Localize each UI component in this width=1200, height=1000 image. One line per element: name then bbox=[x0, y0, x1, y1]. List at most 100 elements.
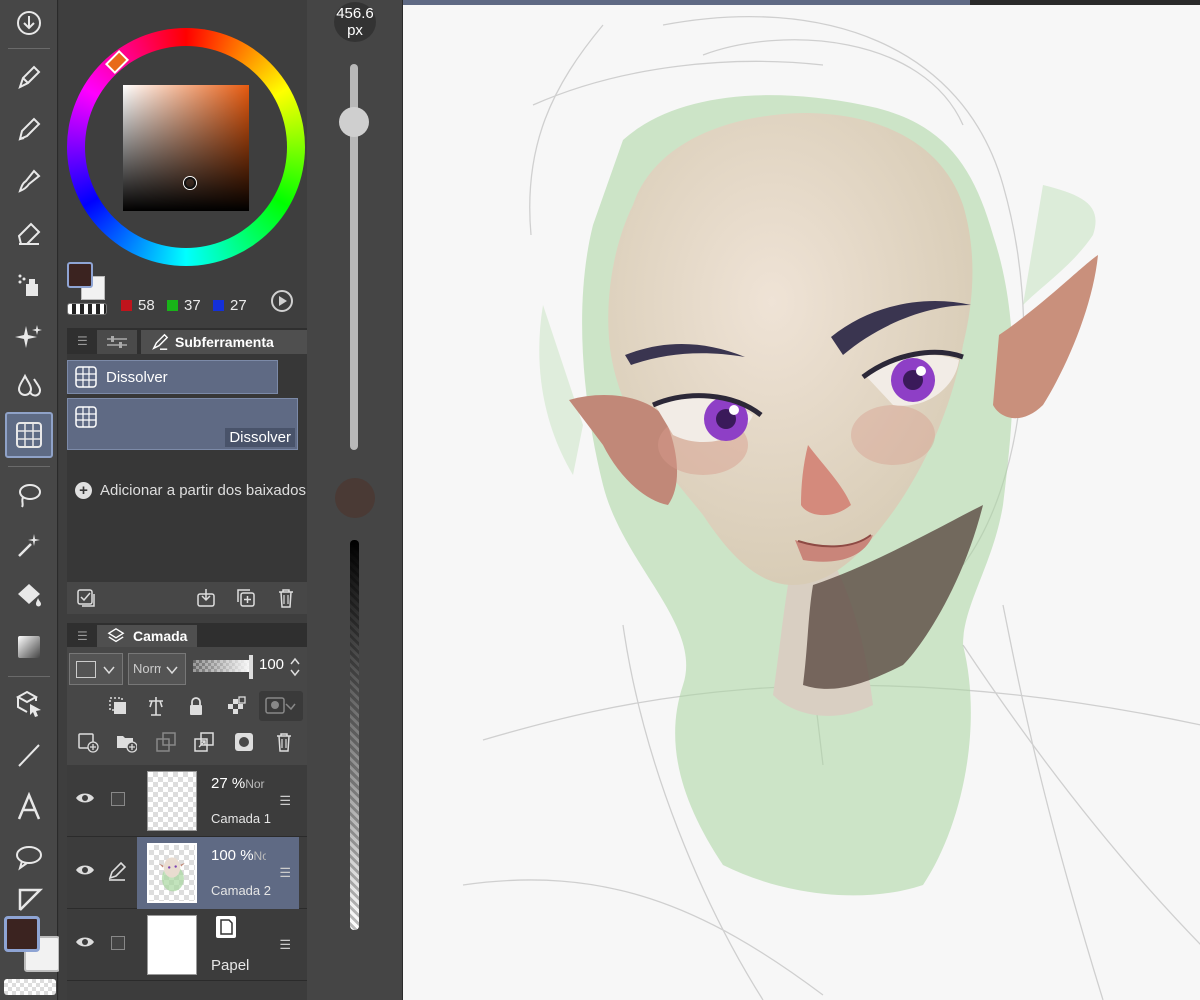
delete-layer-icon[interactable] bbox=[273, 731, 295, 753]
red-value-readout: 58 bbox=[121, 297, 155, 314]
brush-icon[interactable] bbox=[5, 158, 53, 204]
color-box-icon bbox=[76, 661, 96, 678]
new-raster-layer-icon[interactable] bbox=[77, 731, 99, 753]
panel-menu-icon[interactable]: ☰ bbox=[77, 629, 88, 643]
thumbnail-face-icon bbox=[159, 857, 185, 892]
subtool-item-dissolver[interactable]: Dissolver bbox=[67, 398, 298, 450]
dissolve-icon bbox=[75, 406, 97, 428]
layer-row-papel[interactable]: Papel ☰ bbox=[67, 909, 307, 981]
mask-layer-icon[interactable] bbox=[233, 731, 255, 753]
magic-wand-icon[interactable] bbox=[5, 522, 53, 568]
line-icon[interactable] bbox=[5, 732, 53, 778]
layer-row-camada-2[interactable]: 100 %No Camada 2 ☰ bbox=[67, 837, 307, 909]
layer-opacity-slider[interactable] bbox=[193, 660, 253, 672]
edit-pen-icon bbox=[108, 861, 127, 881]
layer-color-select[interactable] bbox=[69, 653, 123, 685]
pencil-icon[interactable] bbox=[5, 106, 53, 152]
gradient-icon[interactable] bbox=[5, 624, 53, 670]
layer-opacity-mode: 27 %Nor bbox=[211, 775, 265, 792]
subtool-item-dissolver-group[interactable]: Dissolver bbox=[67, 360, 278, 394]
layer-opacity-value[interactable]: 100 bbox=[259, 656, 284, 673]
subtool-footer bbox=[67, 582, 307, 614]
layer-menu-icon[interactable]: ☰ bbox=[279, 937, 291, 953]
download-icon[interactable] bbox=[5, 0, 53, 46]
layer-menu-icon[interactable]: ☰ bbox=[279, 793, 291, 809]
brush-size-column: 456.6 px bbox=[307, 0, 402, 1000]
brush-size-unit: px bbox=[347, 22, 363, 39]
layer-name: Camada 2 bbox=[211, 883, 271, 898]
transparent-color-swatch[interactable] bbox=[4, 979, 56, 995]
import-subtool-icon[interactable] bbox=[195, 587, 217, 609]
palette-transparent-color[interactable] bbox=[67, 303, 107, 315]
blue-value-readout: 27 bbox=[213, 297, 247, 314]
text-icon[interactable] bbox=[5, 784, 53, 830]
delete-subtool-icon[interactable] bbox=[275, 587, 297, 609]
eye-icon[interactable] bbox=[75, 935, 95, 949]
new-folder-icon[interactable] bbox=[115, 731, 137, 753]
layer-checkbox[interactable] bbox=[111, 936, 125, 950]
layer-opacity-knob[interactable] bbox=[249, 655, 253, 679]
transfer-layer-icon[interactable] bbox=[193, 731, 215, 753]
lock-transparency-icon[interactable] bbox=[225, 695, 247, 717]
mask-toggle-button[interactable] bbox=[259, 691, 303, 721]
brush-opacity-slider[interactable] bbox=[350, 540, 359, 930]
opacity-stepper-icon[interactable] bbox=[289, 656, 301, 678]
eraser-icon[interactable] bbox=[5, 210, 53, 256]
canvas-artwork bbox=[403, 5, 1200, 1000]
green-value-readout: 37 bbox=[167, 297, 201, 314]
blend-icon[interactable] bbox=[5, 362, 53, 408]
ruler-icon[interactable] bbox=[5, 884, 53, 914]
layer-menu-icon[interactable]: ☰ bbox=[279, 865, 291, 881]
sparkle-icon[interactable] bbox=[5, 314, 53, 360]
layer-thumbnail bbox=[147, 843, 197, 903]
red-value: 58 bbox=[138, 297, 155, 314]
reference-layer-icon[interactable] bbox=[145, 695, 167, 717]
eye-icon[interactable] bbox=[75, 863, 95, 877]
subtool-panel-header: ☰ Subferramenta bbox=[67, 328, 307, 354]
tab-camada[interactable]: Camada bbox=[97, 625, 197, 647]
color-picker-cursor[interactable] bbox=[184, 177, 196, 189]
move-icon[interactable] bbox=[5, 680, 53, 726]
green-swatch bbox=[167, 300, 178, 311]
eye-icon[interactable] bbox=[75, 791, 95, 805]
layer-main-area[interactable]: 100 %No Camada 2 ☰ bbox=[137, 837, 299, 909]
merge-down-icon[interactable] bbox=[155, 731, 177, 753]
duplicate-subtool-icon[interactable] bbox=[235, 587, 257, 609]
layer-main-area[interactable]: 27 %Nor Camada 1 ☰ bbox=[137, 765, 299, 837]
layer-checkbox[interactable] bbox=[111, 792, 125, 806]
subtool-list: Dissolver Dissolver + Adicionar a partir… bbox=[67, 354, 307, 582]
fill-icon[interactable] bbox=[5, 572, 53, 618]
color-mode-icon[interactable] bbox=[271, 290, 293, 312]
layer-panel-header: ☰ Camada bbox=[67, 623, 307, 647]
saturation-value-square[interactable] bbox=[123, 85, 249, 211]
airbrush-icon[interactable] bbox=[5, 262, 53, 308]
lock-icon[interactable] bbox=[185, 695, 207, 717]
layer-thumbnail bbox=[147, 915, 197, 975]
tool-property-tab[interactable] bbox=[97, 330, 137, 354]
toolbar-color-swatches bbox=[0, 912, 60, 1000]
add-from-downloads-button[interactable]: + Adicionar a partir dos baixados bbox=[75, 482, 306, 499]
layer-tab-label: Camada bbox=[133, 628, 188, 644]
clip-layer-icon[interactable] bbox=[107, 695, 129, 717]
main-color-swatch[interactable] bbox=[4, 916, 40, 952]
dissolve-icon[interactable] bbox=[5, 412, 53, 458]
palette-main-color[interactable] bbox=[67, 262, 93, 288]
brush-color-indicator[interactable] bbox=[335, 478, 375, 518]
brush-size-knob[interactable] bbox=[339, 107, 369, 137]
panel-menu-icon[interactable]: ☰ bbox=[77, 334, 88, 348]
subtool-settings-icon[interactable] bbox=[75, 587, 97, 609]
subtool-item-label: Dissolver bbox=[106, 368, 168, 386]
blend-mode-value: Norm bbox=[133, 661, 161, 676]
balloon-icon[interactable] bbox=[5, 834, 53, 880]
pen-icon[interactable] bbox=[5, 54, 53, 100]
drawing-canvas[interactable] bbox=[402, 0, 1200, 1000]
tab-subferramenta[interactable]: Subferramenta bbox=[141, 330, 307, 354]
layer-main-area[interactable]: Papel ☰ bbox=[137, 909, 299, 981]
lasso-icon[interactable] bbox=[5, 472, 53, 518]
layer-row-camada-1[interactable]: 27 %Nor Camada 1 ☰ bbox=[67, 765, 307, 837]
blend-mode-select[interactable]: Norm bbox=[128, 653, 186, 685]
paper-layer-icon bbox=[216, 916, 236, 938]
add-from-downloads-label: Adicionar a partir dos baixados bbox=[100, 482, 306, 499]
blue-value: 27 bbox=[230, 297, 247, 314]
subtool-item-label: Dissolver bbox=[225, 428, 295, 447]
